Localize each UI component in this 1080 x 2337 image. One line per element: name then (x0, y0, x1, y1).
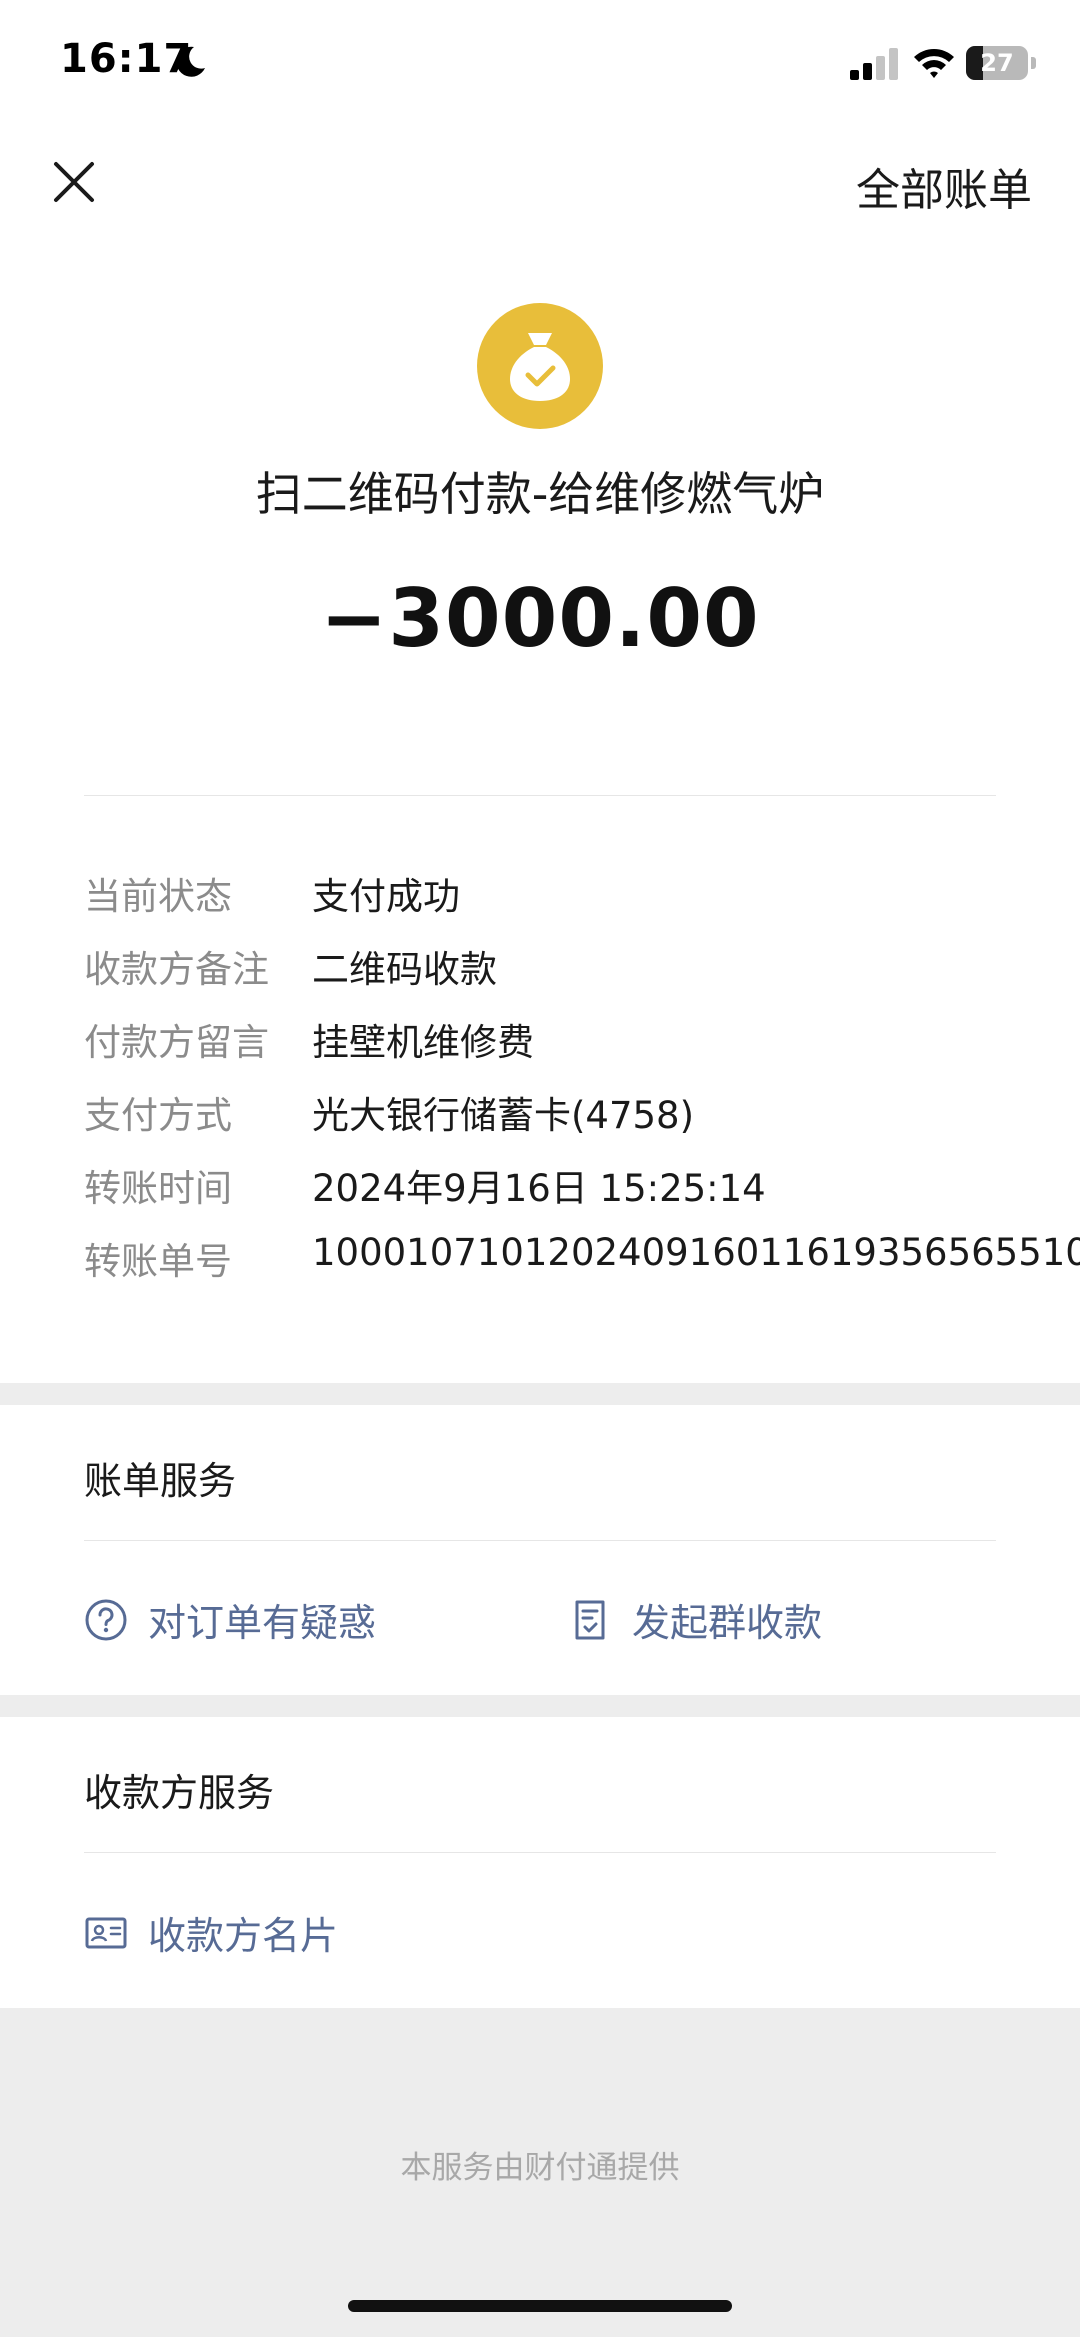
detail-label: 转账单号 (84, 1240, 232, 1283)
group-collect-label: 发起群收款 (632, 1601, 823, 1645)
detail-label: 转账时间 (84, 1167, 232, 1210)
money-bag-icon (477, 303, 603, 429)
all-bills-link[interactable]: 全部账单 (856, 154, 1032, 218)
transaction-details: 当前状态 支付成功 收款方备注 二维码收款 付款方留言 挂壁机维修费 支付方式 … (84, 860, 1080, 1298)
detail-row-payment-method: 支付方式 光大银行储蓄卡(4758) (84, 1079, 996, 1152)
close-icon[interactable] (52, 160, 96, 204)
detail-label: 支付方式 (84, 1094, 232, 1137)
moon-icon (176, 46, 205, 77)
detail-value: 挂壁机维修费 (312, 1021, 534, 1064)
bill-service-title: 账单服务 (84, 1459, 237, 1503)
section-gap (0, 1383, 1080, 1405)
detail-label: 收款方备注 (84, 948, 269, 991)
detail-row-status: 当前状态 支付成功 (84, 860, 996, 933)
detail-value: 光大银行储蓄卡(4758) (312, 1094, 695, 1137)
detail-row-payer-message: 付款方留言 挂壁机维修费 (84, 1006, 996, 1079)
detail-row-transfer-number: 转账单号 100010710120240916011619356565510 (84, 1225, 1080, 1298)
detail-value: 100010710120240916011619356565510 (312, 1231, 1080, 1274)
detail-value: 2024年9月16日 15:25:14 (312, 1167, 766, 1210)
footer-provider-text: 本服务由财付通提供 (400, 2150, 680, 2186)
transaction-title: 扫二维码付款-给维修燃气炉 (255, 467, 825, 521)
divider (84, 1852, 996, 1853)
home-indicator[interactable] (348, 2300, 732, 2312)
section-gap (0, 1695, 1080, 1717)
business-card-icon (85, 1917, 127, 1949)
battery-indicator: 27 (966, 46, 1038, 80)
divider (84, 795, 996, 796)
payee-card-label: 收款方名片 (148, 1914, 339, 1958)
detail-value: 支付成功 (312, 875, 460, 918)
detail-row-payee-note: 收款方备注 二维码收款 (84, 933, 996, 1006)
status-bar: 16:17 27 (0, 0, 1080, 130)
detail-row-transfer-time: 转账时间 2024年9月16日 15:25:14 (84, 1152, 996, 1225)
transaction-amount: −3000.00 (320, 572, 760, 665)
payee-service-title: 收款方服务 (84, 1771, 275, 1815)
receipt-icon (575, 1600, 605, 1640)
detail-label: 当前状态 (84, 875, 232, 918)
cellular-signal-icon (850, 48, 898, 80)
wifi-icon (914, 49, 954, 78)
order-question-label: 对订单有疑惑 (148, 1601, 377, 1645)
detail-value: 二维码收款 (312, 948, 497, 991)
detail-label: 付款方留言 (84, 1021, 269, 1064)
battery-percent: 27 (980, 49, 1014, 77)
divider (84, 1540, 996, 1541)
question-icon (85, 1599, 127, 1641)
